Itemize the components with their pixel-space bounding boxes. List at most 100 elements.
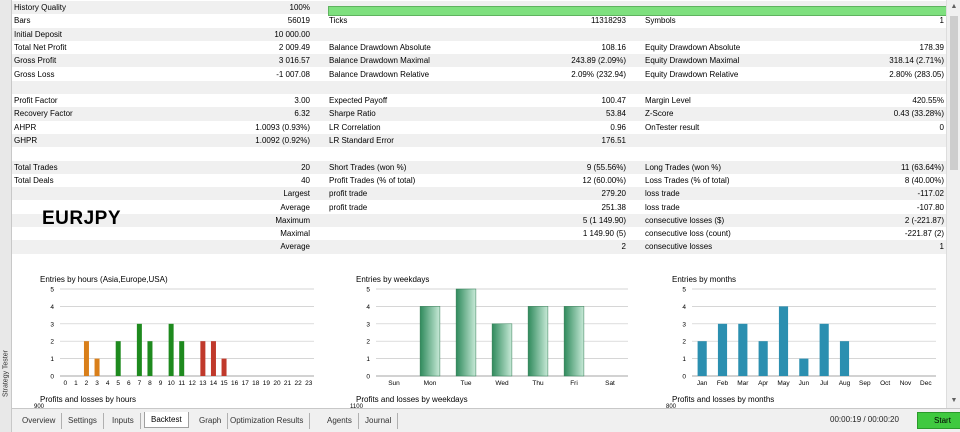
row-label: Total Trades: [14, 162, 58, 172]
x-tick-label: 8: [148, 380, 152, 387]
bar: [717, 323, 728, 376]
row-value: 100%: [289, 3, 310, 12]
scroll-up-icon[interactable]: ▲: [947, 0, 960, 14]
sidebar-label: Strategy Tester: [2, 350, 10, 397]
y-tick-label: 4: [50, 304, 54, 311]
row-value: 3.00: [294, 96, 310, 106]
row-label: Profit Factor: [14, 96, 58, 106]
tab-inputs[interactable]: Inputs: [106, 413, 141, 429]
x-tick-label: 6: [127, 380, 131, 387]
bar: [136, 323, 142, 376]
x-tick-label: 17: [242, 380, 250, 387]
row-value: -107.80: [916, 202, 944, 212]
x-tick-label: 11: [178, 380, 185, 387]
row-value: 11 (63.64%): [901, 162, 944, 172]
row-value: 176.51: [601, 136, 626, 145]
tab-settings[interactable]: Settings: [62, 413, 104, 429]
row-value: -1 007.08: [276, 69, 310, 79]
row-value: 20: [301, 162, 310, 172]
report-row: Largest profit trade 279.20 loss trade -117.…: [12, 187, 946, 201]
x-tick-label: May: [777, 380, 790, 387]
bar-chart: 0 1 2 3 4 5 Jan Feb Mar Apr May Jun Jul Aug Sep Oct Nov D…: [682, 287, 936, 387]
row-value: 56019: [287, 16, 310, 26]
start-button[interactable]: Start: [917, 412, 960, 429]
x-tick-label: Mon: [424, 380, 437, 387]
y-tick-label: 2: [366, 339, 370, 346]
x-tick-label: 21: [284, 380, 292, 387]
tab-agents[interactable]: Agents: [321, 413, 359, 429]
row-value: -221.87 (2): [904, 229, 944, 239]
x-tick-label: 20: [273, 380, 281, 387]
symbol-label: EURJPY: [42, 208, 122, 229]
elapsed-timer: 00:00:19 / 00:00:20: [830, 415, 899, 424]
row-label: Loss Trades (% of total): [645, 175, 730, 185]
bar: [115, 341, 121, 376]
row-label: consecutive losses ($): [645, 215, 725, 225]
tab-optimization-results[interactable]: Optimization Results: [224, 413, 311, 429]
x-tick-label: Mar: [737, 380, 749, 387]
row-label: Equity Drawdown Absolute: [645, 42, 741, 52]
bar: [147, 341, 153, 376]
bar: [83, 341, 89, 376]
row-label: Balance Drawdown Absolute: [329, 42, 431, 52]
row-value: 2.80% (283.05): [889, 69, 944, 79]
x-tick-label: 15: [220, 380, 228, 387]
row-label: LR Correlation: [329, 122, 381, 132]
y-tick-label: 0: [682, 374, 686, 381]
report-row: Average 2 consecutive losses 1: [12, 240, 946, 254]
row-value: 108.16: [601, 42, 626, 52]
row-value: 9 (55.56%): [586, 162, 626, 172]
scroll-down-icon[interactable]: ▼: [947, 394, 960, 408]
row-label: Gross Profit: [14, 56, 57, 66]
bar: [738, 323, 748, 376]
x-tick-label: Dec: [920, 380, 932, 387]
history-quality-bar: [328, 6, 946, 16]
row-label: Short Trades (won %): [329, 162, 407, 172]
tab-journal[interactable]: Journal: [359, 413, 399, 429]
bar: [210, 341, 216, 376]
bar: [799, 358, 809, 376]
tab-backtest[interactable]: Backtest: [144, 412, 189, 428]
row-value: 1: [939, 242, 944, 252]
tab-graph[interactable]: Graph: [193, 413, 229, 429]
x-tick-label: Jun: [799, 380, 810, 387]
x-tick-label: Aug: [839, 380, 851, 387]
row-label: profit trade: [329, 189, 368, 199]
row-value: 0.43 (33.28%): [893, 109, 944, 119]
row-value: 2 009.49: [278, 42, 310, 52]
y-tick-label: 0: [50, 374, 54, 381]
row-label: Bars: [14, 16, 31, 26]
y-tick-label: 2: [682, 339, 686, 346]
tab-overview[interactable]: Overview: [16, 413, 63, 429]
x-tick-label: Jul: [820, 380, 829, 387]
y-tick-label: 5: [50, 287, 54, 294]
row-label: Long Trades (won %): [645, 162, 722, 172]
y-tick-label: 1: [366, 356, 370, 363]
report-row: Recovery Factor 6.32 Sharpe Ratio 53.84 Z-Sc…: [12, 107, 946, 121]
strategy-tester-sidebar: Strategy Tester: [0, 0, 12, 432]
x-tick-label: Tue: [461, 380, 472, 387]
x-tick-label: Thu: [532, 380, 544, 387]
row-label: Z-Score: [645, 109, 674, 119]
report-row: [12, 147, 946, 160]
report-row: GHPR 1.0092 (0.92%) LR Standard Error 176.5…: [12, 134, 946, 148]
row-label: profit trade: [329, 202, 368, 212]
x-tick-label: 5: [116, 380, 120, 387]
row-label: Average: [280, 242, 310, 252]
vertical-scrollbar[interactable]: ▲ ▼: [946, 0, 960, 408]
x-tick-label: Sep: [859, 380, 871, 387]
x-tick-label: 16: [231, 380, 239, 387]
bar: [168, 323, 174, 376]
row-label: Margin Level: [645, 96, 691, 106]
x-tick-label: 9: [159, 380, 163, 387]
report-row: AHPR 1.0093 (0.93%) LR Correlation 0.96 OnTe…: [12, 121, 946, 134]
report-row: Maximal 1 149.90 (5) consecutive loss (cou…: [12, 227, 946, 240]
scrollbar-thumb[interactable]: [950, 16, 958, 170]
bar: [419, 306, 441, 377]
bottom-chart-title: Profits and losses by hours: [40, 395, 137, 404]
row-value: 318.14 (2.71%): [889, 56, 944, 66]
row-label: Largest: [283, 189, 310, 199]
row-label: Symbols: [645, 16, 676, 26]
row-label: consecutive loss (count): [645, 229, 731, 239]
row-value: 251.38: [601, 202, 626, 212]
